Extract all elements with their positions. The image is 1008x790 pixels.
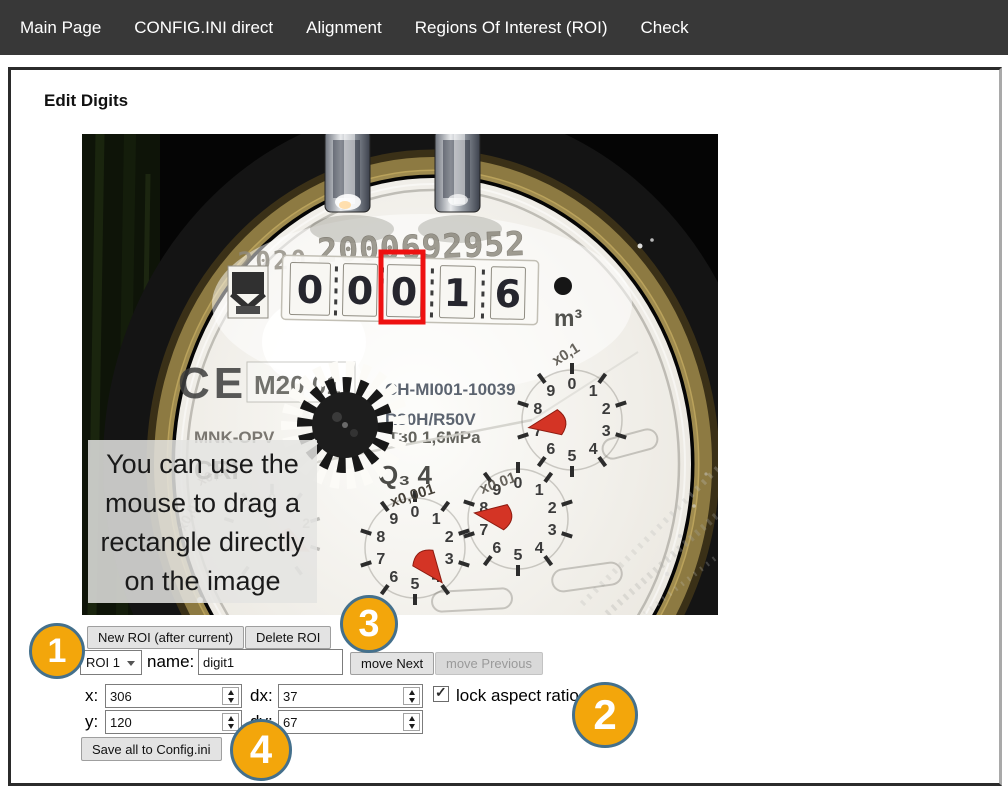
hint-line: You can use the (88, 445, 317, 484)
x-input-wrap (105, 684, 242, 708)
nav-alignment[interactable]: Alignment (306, 18, 382, 38)
y-label: y: (85, 712, 98, 732)
edit-digits-page: Main Page CONFIG.INI direct Alignment Re… (0, 0, 1008, 790)
x-spinner[interactable] (222, 687, 239, 705)
meter-photo[interactable]: 0 1 2 3 4 5 6 7 8 9 (82, 134, 718, 615)
spin-up-icon[interactable] (409, 690, 415, 695)
ce-mark: CE (178, 359, 247, 408)
dy-spinner[interactable] (403, 713, 420, 731)
digit-counter: 0 0 0 1 6 (281, 255, 538, 324)
y-spinner[interactable] (222, 713, 239, 731)
name-input[interactable] (198, 649, 343, 675)
dx-input-wrap (278, 684, 423, 708)
spin-down-icon[interactable] (409, 724, 415, 729)
brand-logo-icon (228, 266, 268, 318)
spin-up-icon[interactable] (228, 716, 234, 721)
nav-roi[interactable]: Regions Of Interest (ROI) (415, 18, 608, 38)
step-badge-4: 4 (230, 719, 292, 781)
new-roi-button[interactable]: New ROI (after current) (87, 626, 244, 649)
page-title: Edit Digits (44, 91, 128, 111)
move-next-button[interactable]: move Next (350, 652, 434, 675)
counter-digit-4: 1 (443, 271, 470, 316)
x-label: x: (85, 686, 98, 706)
nav-check[interactable]: Check (640, 18, 688, 38)
step-badge-2: 2 (572, 682, 638, 748)
unit-label: m³ (554, 305, 582, 331)
model-code: CH-MI001-10039 (385, 380, 515, 399)
delete-roi-button[interactable]: Delete ROI (245, 626, 331, 649)
counter-digit-5: 6 (494, 272, 521, 317)
step-badge-3: 3 (340, 595, 398, 653)
top-nav: Main Page CONFIG.INI direct Alignment Re… (0, 0, 1008, 55)
unit-dot (554, 277, 572, 295)
spin-up-icon[interactable] (409, 716, 415, 721)
y-input-wrap (105, 710, 242, 734)
counter-digit-2: 0 (346, 269, 373, 314)
hint-line: on the image (88, 562, 317, 601)
hint-line: mouse to drag a (88, 484, 317, 523)
dx-input[interactable] (279, 685, 422, 707)
step-badge-1: 1 (29, 623, 85, 679)
x-input[interactable] (106, 685, 241, 707)
dy-input-wrap (278, 710, 423, 734)
roi-select-value: ROI 1 (86, 655, 120, 670)
y-input[interactable] (106, 711, 241, 733)
spin-up-icon[interactable] (228, 690, 234, 695)
name-label: name: (147, 652, 194, 672)
lock-aspect-label: lock aspect ratio (456, 686, 579, 706)
nav-config-ini[interactable]: CONFIG.INI direct (134, 18, 273, 38)
dy-input[interactable] (279, 711, 422, 733)
dx-spinner[interactable] (403, 687, 420, 705)
checkmark-icon: ✓ (435, 684, 447, 701)
spin-down-icon[interactable] (409, 698, 415, 703)
counter-digit-3: 0 (390, 270, 417, 315)
nav-main-page[interactable]: Main Page (20, 18, 101, 38)
hint-line: rectangle directly (88, 523, 317, 562)
counter-digit-1: 0 (296, 268, 323, 313)
dx-label: dx: (250, 686, 273, 706)
spin-down-icon[interactable] (228, 724, 234, 729)
drag-hint-overlay: You can use the mouse to drag a rectangl… (88, 440, 317, 603)
roi-select[interactable]: ROI 1 (80, 650, 142, 675)
save-config-button[interactable]: Save all to Config.ini (81, 737, 222, 761)
move-previous-button[interactable]: move Previous (435, 652, 543, 675)
spin-down-icon[interactable] (228, 698, 234, 703)
chevron-down-icon (127, 661, 135, 666)
lock-aspect-checkbox[interactable]: ✓ (433, 686, 449, 702)
